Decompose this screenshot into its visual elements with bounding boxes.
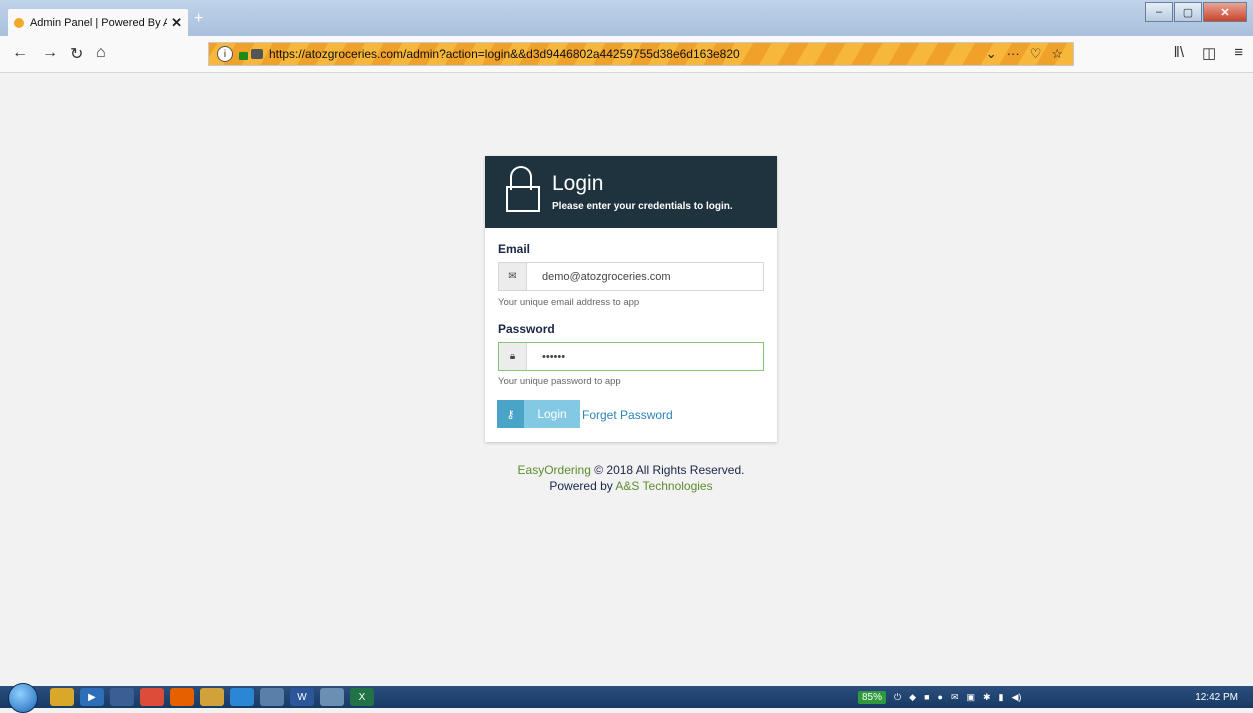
envelope-icon: ✉ xyxy=(499,263,527,290)
browser-navbar: ← → ↻ ⌂ i https://atozgroceries.com/admi… xyxy=(0,36,1253,73)
maximize-button[interactable]: ▢ xyxy=(1174,2,1202,22)
menu-icon[interactable]: ≡ xyxy=(1234,44,1243,62)
site-favicon-icon xyxy=(14,17,24,28)
login-button[interactable]: ⚷ Login xyxy=(497,400,580,428)
browser-tab[interactable]: Admin Panel | Powered By A&S ✕ xyxy=(8,9,188,36)
excel-icon[interactable]: X xyxy=(350,688,374,706)
back-icon[interactable]: ← xyxy=(12,44,28,62)
browser-titlebar: Admin Panel | Powered By A&S ✕ + – ▢ ✕ xyxy=(0,0,1253,36)
volume-icon[interactable]: ◀) xyxy=(1012,692,1022,703)
email-input-group: ✉ xyxy=(498,262,764,291)
lock-icon: 🔒︎ xyxy=(499,343,527,370)
app-icon[interactable] xyxy=(110,688,134,706)
login-subtitle: Please enter your credentials to login. xyxy=(552,201,733,212)
login-header: Login Please enter your credentials to l… xyxy=(485,156,777,228)
password-label: Password xyxy=(498,322,555,336)
toolbar-right: ǁ\ ◫ ≡ xyxy=(1174,44,1243,62)
network-icon[interactable]: ▮ xyxy=(999,692,1004,703)
tray-lock-icon[interactable]: ▣ xyxy=(966,692,975,703)
address-bar[interactable]: i https://atozgroceries.com/admin?action… xyxy=(208,42,1074,66)
reload-icon[interactable]: ↻ xyxy=(70,44,83,64)
system-tray: 85% ⏻ ◆ ■ ● ✉ ▣ ✱ ▮ ◀) 12:42 PM xyxy=(858,688,1248,706)
tab-close-icon[interactable]: ✕ xyxy=(171,15,182,31)
battery-indicator[interactable]: 85% xyxy=(858,690,887,704)
unlock-icon xyxy=(504,166,544,212)
library-icon[interactable]: ǁ\ xyxy=(1174,44,1184,62)
password-help: Your unique password to app xyxy=(498,376,621,387)
page-footer: EasyOrdering © 2018 All Rights Reserved.… xyxy=(485,462,777,494)
site-info-icon[interactable]: i xyxy=(217,46,233,62)
clock[interactable]: 12:42 PM xyxy=(1195,692,1238,703)
tab-title: Admin Panel | Powered By A&S xyxy=(29,16,168,29)
taskbar-apps: ▶ W X xyxy=(50,688,374,706)
dropdown-icon[interactable]: ⌄ xyxy=(986,46,997,62)
powered-prefix: Powered by xyxy=(549,479,616,493)
window-controls: – ▢ ✕ xyxy=(1145,2,1247,22)
page-actions-icon[interactable]: ··· xyxy=(1007,46,1020,62)
explorer-icon[interactable] xyxy=(50,688,74,706)
login-card: Login Please enter your credentials to l… xyxy=(485,156,777,442)
word-icon[interactable]: W xyxy=(290,688,314,706)
email-label: Email xyxy=(498,242,531,256)
bluetooth-icon[interactable]: ✱ xyxy=(983,692,991,703)
url-text[interactable]: https://atozgroceries.com/admin?action=l… xyxy=(269,47,740,61)
app2-icon[interactable] xyxy=(260,688,284,706)
tray-chrome-icon[interactable]: ● xyxy=(938,692,943,702)
home-icon[interactable]: ⌂ xyxy=(96,44,106,62)
tray-shield-icon[interactable]: ◆ xyxy=(909,692,916,703)
minimize-button[interactable]: – xyxy=(1145,2,1173,22)
sidebar-icon[interactable]: ◫ xyxy=(1202,44,1216,62)
new-tab-button[interactable]: + xyxy=(194,10,203,28)
media-player-icon[interactable]: ▶ xyxy=(80,688,104,706)
pocket-icon[interactable]: ♡ xyxy=(1030,46,1042,62)
powered-line: Powered by A&S Technologies xyxy=(485,478,777,494)
login-title: Login xyxy=(552,172,604,195)
tray-mail-icon[interactable]: ✉ xyxy=(951,692,959,703)
email-help: Your unique email address to app xyxy=(498,297,640,308)
email-field[interactable] xyxy=(527,263,763,290)
tray-app-icon[interactable]: ■ xyxy=(924,692,929,702)
permissions-icon[interactable] xyxy=(251,49,263,59)
paint-icon[interactable] xyxy=(320,688,344,706)
url-actions: ⌄ ··· ♡ ☆ xyxy=(986,46,1063,62)
forget-password-link[interactable]: Forget Password xyxy=(582,408,673,422)
copyright-text: © 2018 All Rights Reserved. xyxy=(590,463,745,477)
password-input-group: 🔒︎ xyxy=(498,342,764,371)
forward-icon[interactable]: → xyxy=(42,44,58,62)
bookmark-star-icon[interactable]: ☆ xyxy=(1051,46,1063,62)
tray-power-icon[interactable]: ⏻ xyxy=(894,692,901,703)
taskbar: ▶ W X 85% ⏻ ◆ ■ ● ✉ ▣ ✱ ▮ ◀) 12:42 PM xyxy=(0,683,1253,713)
folder-icon[interactable] xyxy=(200,688,224,706)
key-icon: ⚷ xyxy=(497,400,524,428)
brand-link[interactable]: EasyOrdering xyxy=(518,463,591,477)
copyright-line: EasyOrdering © 2018 All Rights Reserved. xyxy=(485,462,777,478)
password-field[interactable] xyxy=(527,343,763,370)
chrome-icon[interactable] xyxy=(140,688,164,706)
login-button-label: Login xyxy=(524,400,580,428)
start-button[interactable] xyxy=(8,683,38,713)
secure-lock-icon[interactable] xyxy=(239,52,248,60)
firefox-icon[interactable] xyxy=(170,688,194,706)
ie-icon[interactable] xyxy=(230,688,254,706)
company-link[interactable]: A&S Technologies xyxy=(615,479,712,493)
close-window-button[interactable]: ✕ xyxy=(1203,2,1247,22)
